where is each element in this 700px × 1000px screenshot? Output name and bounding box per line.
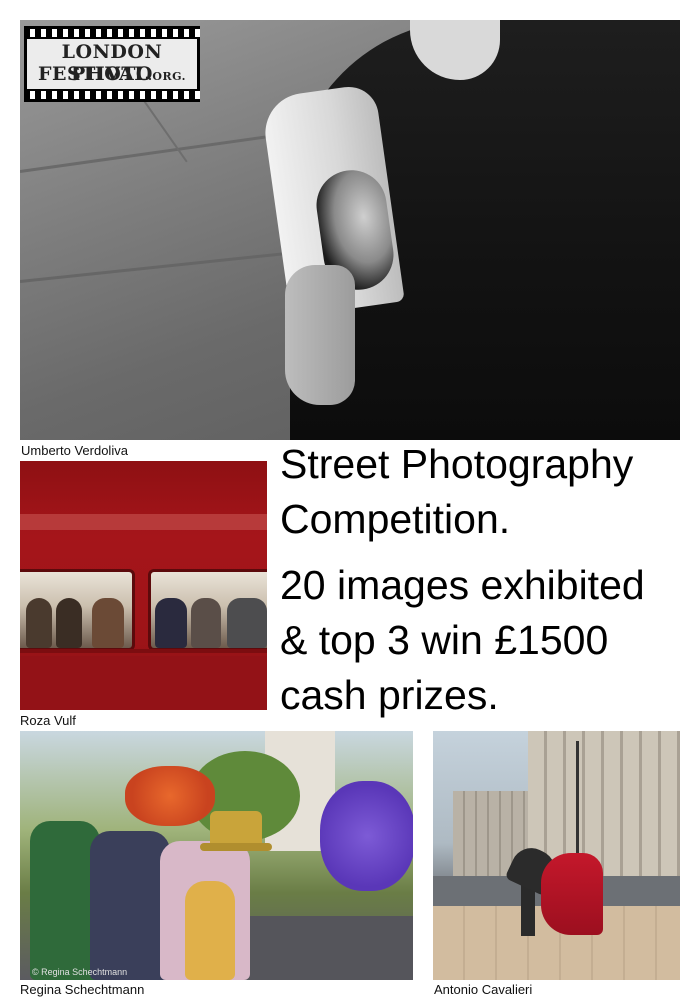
purple-flowers [320, 781, 413, 891]
film-strip-top [24, 29, 200, 37]
photo-caption-2: Roza Vulf [20, 713, 76, 728]
logo-line-2: FESTIVAL.ORG. [27, 63, 197, 85]
logo-line-2-main: FESTIVAL [38, 63, 149, 85]
photo-caption-3: Regina Schechtmann [20, 982, 145, 997]
headline-line-5: cash prizes. [280, 672, 499, 718]
performer-dress [185, 881, 235, 980]
person [90, 831, 170, 980]
hand [285, 265, 355, 405]
london-photo-festival-logo: LONDON PHOTO FESTIVAL.ORG. [24, 26, 200, 102]
building-facade [528, 731, 680, 876]
logo-line-2-suffix: .ORG. [148, 70, 186, 83]
headline-line-3: 20 images exhibited [280, 562, 645, 608]
photo-london-street [433, 731, 680, 980]
bus-band [20, 514, 267, 530]
photo-caption-4: Antonio Cavalieri [434, 982, 533, 997]
photo-watermark: © Regina Schechtmann [32, 967, 128, 977]
pavement-line [20, 249, 309, 283]
headline-line-2: Competition. [280, 496, 511, 542]
passenger [155, 598, 187, 648]
bus-lower-panel [20, 656, 267, 710]
passenger [26, 598, 52, 648]
passenger [56, 598, 82, 648]
passenger [191, 598, 221, 648]
bus-stripe [20, 649, 267, 653]
bus-window [148, 569, 267, 651]
passenger [92, 598, 124, 648]
photo-caption-1: Umberto Verdoliva [21, 443, 128, 458]
logo-panel: LONDON PHOTO FESTIVAL.ORG. [27, 39, 197, 89]
passenger [227, 598, 267, 648]
photo-red-bus [20, 461, 267, 710]
headline-line-1: Street Photography [280, 441, 634, 487]
photo-carnival: © Regina Schechtmann [20, 731, 413, 980]
film-strip-bottom [24, 91, 200, 99]
orange-headdress [125, 766, 215, 826]
headline-line-4: & top 3 win £1500 [280, 617, 609, 663]
red-cloak-figure [541, 853, 603, 935]
bus-window [20, 569, 135, 651]
top-hat [210, 811, 262, 847]
hat-brim [200, 843, 272, 851]
